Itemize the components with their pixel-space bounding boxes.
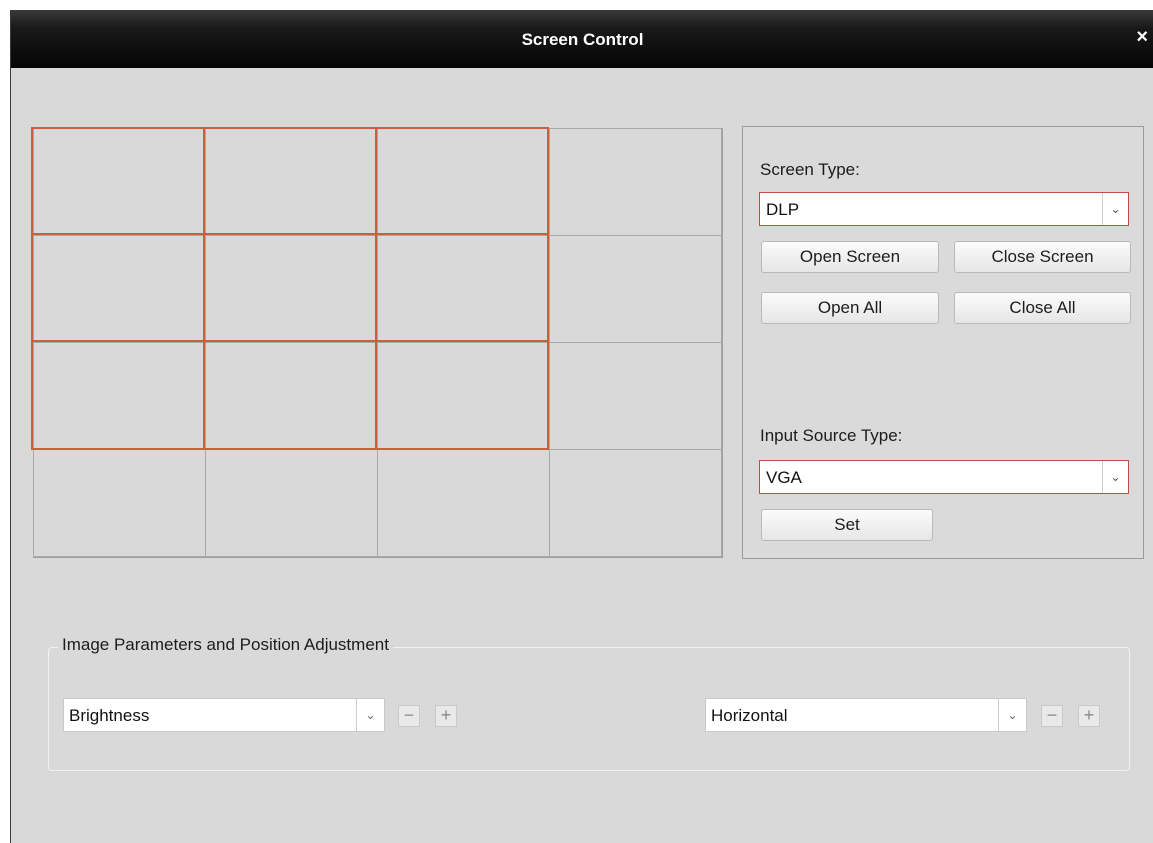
- screen-cell[interactable]: [549, 449, 722, 557]
- screen-cell[interactable]: [549, 128, 722, 236]
- screen-control-window: Screen Control × Screen Type: DLP ⌄ Open…: [10, 10, 1153, 843]
- chevron-down-icon[interactable]: ⌄: [1102, 193, 1128, 225]
- image-parameter-value: Brightness: [69, 706, 150, 725]
- title-bar: Screen Control ×: [11, 10, 1153, 68]
- chevron-down-icon[interactable]: ⌄: [1102, 461, 1128, 493]
- screen-wall-grid[interactable]: [33, 128, 723, 558]
- screen-cell[interactable]: [377, 449, 550, 557]
- close-icon[interactable]: ×: [1136, 27, 1148, 47]
- screen-cell[interactable]: [205, 449, 378, 557]
- increase-parameter-button[interactable]: +: [435, 705, 457, 727]
- screen-cell[interactable]: [205, 235, 378, 343]
- increase-position-button[interactable]: +: [1078, 705, 1100, 727]
- screen-cell[interactable]: [549, 342, 722, 450]
- screen-cell[interactable]: [33, 449, 206, 557]
- close-screen-button[interactable]: Close Screen: [954, 241, 1131, 273]
- position-value: Horizontal: [711, 706, 788, 725]
- screen-cell[interactable]: [33, 235, 206, 343]
- screen-cell[interactable]: [205, 128, 378, 236]
- screen-type-select[interactable]: DLP ⌄: [759, 192, 1129, 226]
- screen-cell[interactable]: [549, 235, 722, 343]
- screen-cell[interactable]: [33, 342, 206, 450]
- chevron-down-icon[interactable]: ⌄: [356, 699, 384, 731]
- set-button[interactable]: Set: [761, 509, 933, 541]
- screen-cell[interactable]: [377, 342, 550, 450]
- open-screen-button[interactable]: Open Screen: [761, 241, 939, 273]
- input-source-value: VGA: [766, 468, 802, 487]
- decrease-parameter-button[interactable]: −: [398, 705, 420, 727]
- image-parameter-select[interactable]: Brightness ⌄: [63, 698, 385, 732]
- screen-type-label: Screen Type:: [760, 160, 860, 179]
- screen-type-value: DLP: [766, 200, 800, 219]
- input-source-select[interactable]: VGA ⌄: [759, 460, 1129, 494]
- screen-cell[interactable]: [205, 342, 378, 450]
- input-source-type-label: Input Source Type:: [760, 426, 903, 445]
- position-select[interactable]: Horizontal ⌄: [705, 698, 1027, 732]
- screen-cell[interactable]: [33, 128, 206, 236]
- screen-cell[interactable]: [377, 128, 550, 236]
- decrease-position-button[interactable]: −: [1041, 705, 1063, 727]
- window-title: Screen Control: [521, 30, 644, 49]
- image-parameters-legend: Image Parameters and Position Adjustment: [58, 635, 393, 655]
- close-all-button[interactable]: Close All: [954, 292, 1131, 324]
- screen-cell[interactable]: [377, 235, 550, 343]
- screen-control-panel: Screen Type: DLP ⌄ Open Screen Close Scr…: [742, 126, 1144, 559]
- chevron-down-icon[interactable]: ⌄: [998, 699, 1026, 731]
- open-all-button[interactable]: Open All: [761, 292, 939, 324]
